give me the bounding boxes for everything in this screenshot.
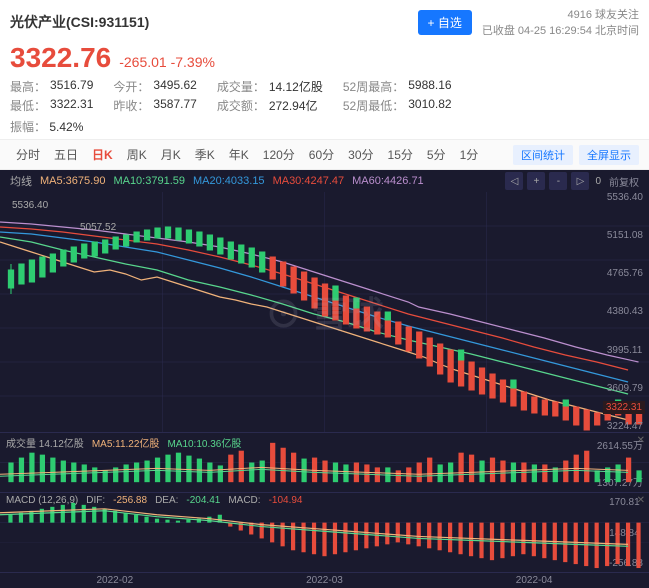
stock-name: 光伏产业(CSI:931151) — [10, 14, 149, 30]
open-value: 3495.62 — [153, 78, 196, 95]
volume-label: 成交量： — [217, 78, 265, 95]
header: 光伏产业(CSI:931151) + 自选 4916 球友关注 已收盘 04-2… — [0, 0, 649, 170]
amount-label: 成交额： — [217, 97, 265, 114]
x-label-1: 2022-02 — [96, 575, 133, 586]
macd-chart-svg — [0, 493, 649, 572]
volume-chart-svg — [0, 433, 649, 492]
volume-chart: 成交量 14.12亿股 MA5:11.22亿股 MA10:10.36亿股 ✕ 2… — [0, 432, 649, 492]
fullscreen-button[interactable]: 全屏显示 — [579, 145, 639, 165]
low-value: 3322.31 — [50, 97, 93, 114]
prev-close-value: 3587.77 — [153, 97, 196, 114]
week52-high-label: 52周最高： — [343, 78, 404, 95]
chart-container: 均线 MA5:3675.90 MA10:3791.59 MA20:4033.15… — [0, 170, 649, 588]
nav-zoom-in-btn[interactable]: + — [527, 172, 545, 190]
prev-close-label: 昨收： — [113, 97, 149, 114]
tab-month-k[interactable]: 月K — [155, 144, 187, 165]
ma-label: 均线 — [10, 173, 32, 189]
followers-count: 4916 球友关注 — [482, 6, 639, 22]
watchlist-button[interactable]: + 自选 — [418, 10, 472, 35]
x-label-3: 2022-04 — [516, 575, 553, 586]
nav-prev-btn[interactable]: ◁ — [505, 172, 523, 190]
ma30-value: MA30:4247.47 — [273, 175, 345, 187]
week52-high-value: 5988.16 — [408, 78, 451, 95]
tab-quarter-k[interactable]: 季K — [189, 144, 221, 165]
high-label: 最高： — [10, 78, 46, 95]
amount-value: 272.94亿 — [269, 97, 318, 114]
tab-week-k[interactable]: 周K — [121, 144, 153, 165]
restore-btn[interactable]: 0 — [595, 176, 601, 187]
high-value: 3516.79 — [50, 78, 93, 95]
tab-5min[interactable]: 5分 — [421, 144, 452, 165]
tab-day-k[interactable]: 日K — [86, 144, 119, 165]
tab-wu-ri[interactable]: 五日 — [48, 144, 84, 165]
tab-1min[interactable]: 1分 — [454, 144, 485, 165]
amplitude-value: 5.42% — [49, 120, 83, 134]
fuquan-label[interactable]: 前复权 — [609, 174, 639, 189]
amplitude-label: 振幅： — [10, 120, 46, 134]
market-time: 已收盘 04-25 16:29:54 北京时间 — [482, 22, 639, 38]
nav-next-btn[interactable]: ▷ — [571, 172, 589, 190]
volume-value: 14.12亿股 — [269, 78, 323, 95]
ma10-value: MA10:3791.59 — [113, 175, 185, 187]
open-label: 今开： — [113, 78, 149, 95]
tab-120min[interactable]: 120分 — [257, 144, 301, 165]
macd-chart: MACD (12,26,9) DIF: -256.88 DEA: -204.41… — [0, 492, 649, 572]
x-label-2: 2022-03 — [306, 575, 343, 586]
nav-zoom-out-btn[interactable]: - — [549, 172, 567, 190]
tab-15min[interactable]: 15分 — [382, 144, 419, 165]
low-label: 最低： — [10, 97, 46, 114]
ma5-value: MA5:3675.90 — [40, 175, 105, 187]
tab-fen-shi[interactable]: 分时 — [10, 144, 46, 165]
main-chart: ⊙ 雪球 5536.40 5151.08 4765.76 4380.43 399… — [0, 192, 649, 432]
tab-60min[interactable]: 60分 — [303, 144, 340, 165]
main-price: 3322.76 — [10, 42, 111, 74]
tab-30min[interactable]: 30分 — [342, 144, 379, 165]
tab-year-k[interactable]: 年K — [223, 144, 255, 165]
interval-stats-button[interactable]: 区间统计 — [513, 145, 573, 165]
price-change: -265.01 -7.39% — [119, 54, 215, 70]
week52-low-label: 52周最低： — [343, 97, 404, 114]
ma60-value: MA60:4426.71 — [352, 175, 424, 187]
last-price-label: 3322.31 — [606, 402, 642, 413]
week52-low-value: 3010.82 — [408, 97, 451, 114]
ma20-value: MA20:4033.15 — [193, 175, 265, 187]
